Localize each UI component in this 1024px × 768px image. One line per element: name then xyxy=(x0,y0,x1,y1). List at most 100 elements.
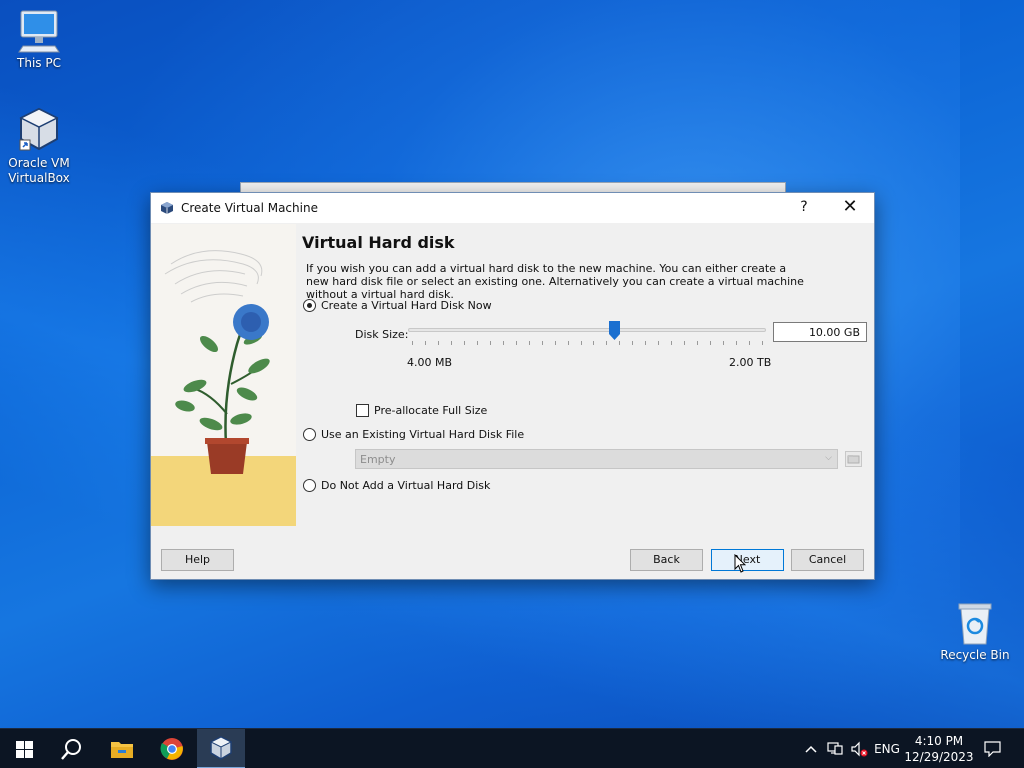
start-button[interactable] xyxy=(0,729,48,768)
wizard-content: Virtual Hard disk If you wish you can ad… xyxy=(302,223,874,539)
slider-tick xyxy=(749,341,750,345)
dialog-titlebar[interactable]: Create Virtual Machine ? ✕ xyxy=(151,193,874,223)
radio-button[interactable] xyxy=(303,479,316,492)
slider-tick xyxy=(736,341,737,345)
disk-size-min-label: 4.00 MB xyxy=(407,356,453,369)
create-vm-dialog: Create Virtual Machine ? ✕ Virtual Hard … xyxy=(150,192,875,580)
plant-illustration xyxy=(151,250,296,526)
search-button[interactable] xyxy=(48,729,96,768)
disk-size-max-label: 2.00 TB xyxy=(729,356,772,369)
preallocate-option[interactable]: Pre-allocate Full Size xyxy=(356,404,487,417)
slider-tick xyxy=(503,341,504,345)
slider-tick xyxy=(619,341,620,345)
next-button[interactable]: Next xyxy=(711,549,784,571)
virtualbox-icon xyxy=(209,736,233,760)
language-indicator[interactable]: ENG xyxy=(872,729,902,768)
virtualbox-icon xyxy=(161,202,173,214)
slider-tick xyxy=(555,341,556,345)
chevron-up-icon xyxy=(805,745,817,753)
search-icon xyxy=(61,739,81,760)
notification-icon xyxy=(983,741,1001,757)
help-icon[interactable]: ? xyxy=(796,199,812,215)
slider-tick xyxy=(425,341,426,345)
network-tray[interactable] xyxy=(824,729,846,768)
slider-tick xyxy=(581,341,582,345)
volume-tray[interactable] xyxy=(848,729,870,768)
slider-tick xyxy=(710,341,711,345)
folder-icon xyxy=(111,742,133,758)
help-button[interactable]: Help xyxy=(161,549,234,571)
windows-logo-icon xyxy=(15,740,33,758)
desktop-icon-label: Recycle Bin xyxy=(940,648,1010,662)
desktop-icon-label: VirtualBox xyxy=(8,171,70,185)
slider-tick xyxy=(412,341,413,345)
slider-tick xyxy=(464,341,465,345)
taskbar-file-explorer[interactable] xyxy=(98,729,146,768)
disk-size-label: Disk Size: xyxy=(355,328,409,341)
chevron-down-icon: ⌵ xyxy=(825,453,832,463)
back-button[interactable]: Back xyxy=(630,549,703,571)
slider-tick xyxy=(477,341,478,345)
taskbar: ENG 4:10 PM 12/29/2023 xyxy=(0,728,1024,768)
combo-value: Empty xyxy=(360,453,396,466)
clock-time: 4:10 PM xyxy=(914,734,964,748)
slider-tick xyxy=(490,341,491,345)
page-description: If you wish you can add a virtual hard d… xyxy=(306,262,804,301)
slider-tick xyxy=(451,341,452,345)
choose-disk-file-button xyxy=(845,451,862,467)
slider-tick xyxy=(568,341,569,345)
close-icon[interactable]: ✕ xyxy=(840,197,860,217)
disk-size-input[interactable]: 10.00 GB xyxy=(773,322,867,342)
cancel-button[interactable]: Cancel xyxy=(791,549,864,571)
slider-tick xyxy=(762,341,763,345)
option-label: Use an Existing Virtual Hard Disk File xyxy=(321,428,525,441)
network-icon xyxy=(827,742,843,755)
dialog-body: Virtual Hard disk If you wish you can ad… xyxy=(151,223,874,539)
disk-size-slider[interactable] xyxy=(408,321,766,351)
taskbar-chrome[interactable] xyxy=(148,729,196,768)
taskbar-virtualbox[interactable] xyxy=(197,729,245,768)
slider-tick xyxy=(632,341,633,345)
option-label: Create a Virtual Hard Disk Now xyxy=(321,299,492,312)
notifications-button[interactable] xyxy=(980,729,1004,768)
folder-icon xyxy=(847,455,860,464)
option-label: Do Not Add a Virtual Hard Disk xyxy=(321,479,491,492)
desktop-icon-virtualbox[interactable]: Oracle VM VirtualBox xyxy=(1,106,77,186)
slider-tick xyxy=(593,341,594,345)
existing-disk-combo: Empty ⌵ xyxy=(355,449,838,469)
recycle-bin-icon xyxy=(958,603,992,645)
slider-tick xyxy=(516,341,517,345)
desktop-icon-label: Oracle VM xyxy=(8,156,70,170)
page-title: Virtual Hard disk xyxy=(302,233,455,252)
slider-tick xyxy=(542,341,543,345)
radio-button[interactable] xyxy=(303,428,316,441)
slider-thumb[interactable] xyxy=(609,321,620,340)
option-create-now[interactable]: Create a Virtual Hard Disk Now xyxy=(303,299,492,312)
slider-tick xyxy=(684,341,685,345)
virtualbox-icon xyxy=(19,107,59,151)
wizard-illustration xyxy=(151,224,296,526)
dialog-title: Create Virtual Machine xyxy=(181,201,318,215)
desktop-icon-label: This PC xyxy=(17,56,61,70)
clock-date: 12/29/2023 xyxy=(904,750,974,764)
slider-tick xyxy=(697,341,698,345)
taskbar-clock[interactable]: 4:10 PM 12/29/2023 xyxy=(904,733,974,765)
slider-track xyxy=(408,328,766,332)
chrome-icon xyxy=(160,738,183,760)
preallocate-checkbox[interactable] xyxy=(356,404,369,417)
desktop-icon-recycle-bin[interactable]: Recycle Bin xyxy=(937,600,1013,663)
option-do-not-add[interactable]: Do Not Add a Virtual Hard Disk xyxy=(303,479,490,492)
tray-overflow-button[interactable] xyxy=(802,729,820,768)
slider-tick xyxy=(645,341,646,345)
slider-ticks xyxy=(408,341,766,347)
preallocate-label: Pre-allocate Full Size xyxy=(374,404,488,417)
slider-tick xyxy=(606,341,607,345)
slider-tick xyxy=(658,341,659,345)
slider-tick xyxy=(671,341,672,345)
radio-button[interactable] xyxy=(303,299,316,312)
option-use-existing[interactable]: Use an Existing Virtual Hard Disk File xyxy=(303,428,524,441)
slider-tick xyxy=(438,341,439,345)
computer-icon xyxy=(18,10,60,53)
desktop-icon-this-pc[interactable]: This PC xyxy=(1,8,77,71)
mouse-cursor-icon xyxy=(734,554,746,573)
